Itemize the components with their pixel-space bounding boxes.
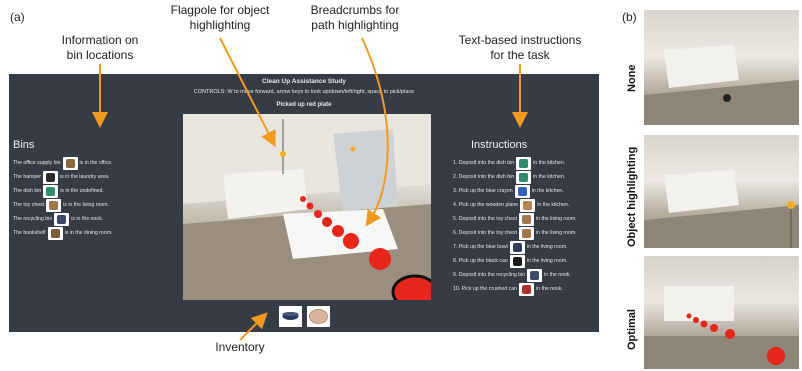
breadcrumb-marker (686, 313, 692, 319)
view-none (644, 10, 799, 125)
breadcrumb-marker (725, 329, 735, 339)
breadcrumb-marker (693, 317, 699, 323)
view-object-highlighting (644, 135, 799, 248)
breadcrumb-marker (767, 347, 785, 365)
flagpole-icon (787, 201, 795, 209)
breadcrumb-marker (710, 324, 718, 332)
label-object-highlighting: Object highlighting (626, 146, 638, 247)
label-optimal: Optimal (626, 309, 638, 350)
view-optimal (644, 256, 799, 369)
breadcrumb-marker (700, 320, 708, 328)
label-none: None (626, 64, 638, 93)
